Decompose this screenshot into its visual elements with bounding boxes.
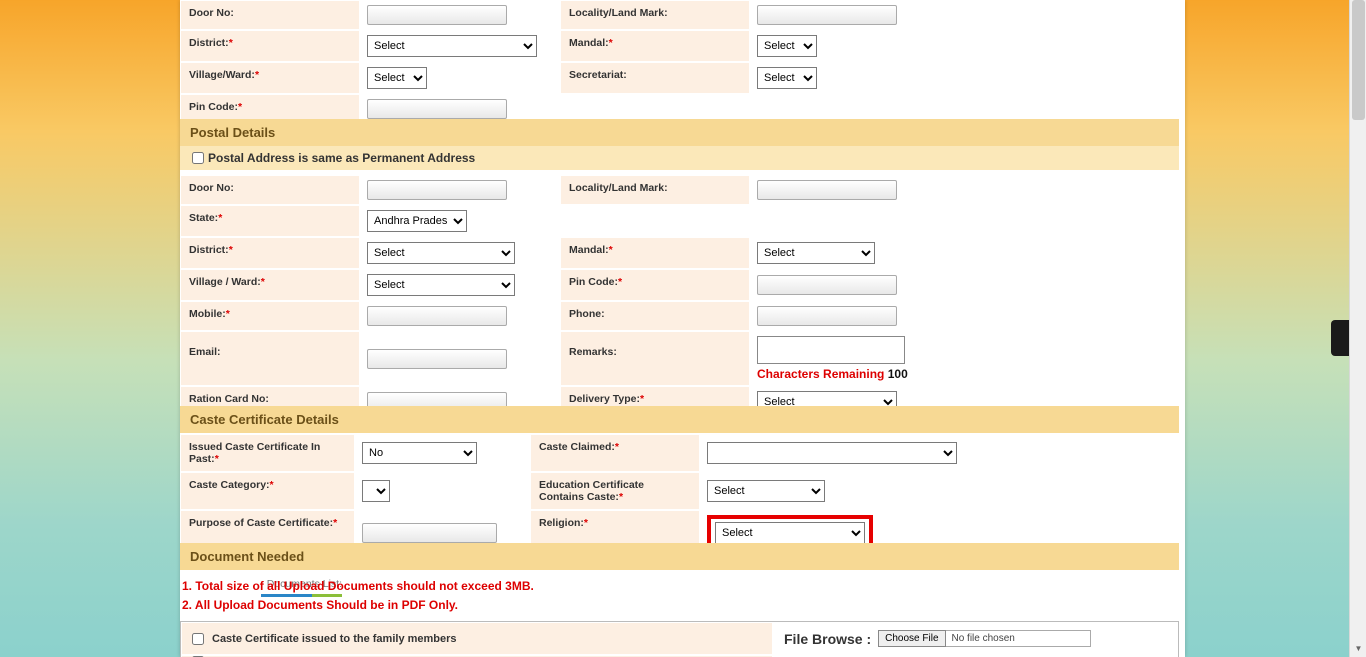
scroll-down-icon[interactable]: ▼ xyxy=(1350,640,1366,657)
postal-pin-label: Pin Code: xyxy=(569,276,618,288)
caste-category-select[interactable] xyxy=(362,480,390,502)
section-document-needed: Document Needed xyxy=(180,543,1179,570)
postal-phone-input[interactable] xyxy=(757,306,897,326)
vertical-scrollbar[interactable]: ▲ ▼ xyxy=(1349,0,1366,657)
caste-religion-select[interactable]: Select xyxy=(715,522,865,544)
section-postal-details: Postal Details xyxy=(180,119,1179,146)
section-caste-details: Caste Certificate Details xyxy=(180,406,1179,433)
char-remaining-label: Characters Remaining xyxy=(757,367,888,381)
caste-edu-contains-select[interactable]: Select xyxy=(707,480,825,502)
side-widget-icon[interactable] xyxy=(1331,320,1349,356)
postal-district-select[interactable]: Select xyxy=(367,242,515,264)
postal-pin-input[interactable] xyxy=(757,275,897,295)
perm-doorno-label: Door No: xyxy=(180,0,360,30)
perm-district-select[interactable]: Select xyxy=(367,35,537,57)
postal-village-select[interactable]: Select xyxy=(367,274,515,296)
postal-email-input[interactable] xyxy=(367,349,507,369)
postal-mobile-label: Mobile: xyxy=(189,308,226,320)
postal-email-label: Email: xyxy=(180,331,360,386)
caste-issued-past-select[interactable]: No xyxy=(362,442,477,464)
doc-note-2: 2. All Upload Documents Should be in PDF… xyxy=(182,596,1177,615)
postal-doorno-input[interactable] xyxy=(367,180,507,200)
postal-phone-label: Phone: xyxy=(560,301,750,331)
choose-file-button[interactable]: Choose File xyxy=(878,630,945,647)
caste-issued-past-label: Issued Caste Certificate In Past: xyxy=(189,441,320,465)
postal-locality-label: Locality/Land Mark: xyxy=(560,175,750,205)
file-browse-label: File Browse : xyxy=(784,631,871,647)
file-chosen-status: No file chosen xyxy=(946,630,1091,647)
caste-claimed-label: Caste Claimed: xyxy=(539,441,615,453)
postal-mandal-label: Mandal: xyxy=(569,244,609,256)
postal-locality-input[interactable] xyxy=(757,180,897,200)
perm-doorno-input[interactable] xyxy=(367,5,507,25)
scrollbar-thumb[interactable] xyxy=(1352,0,1365,120)
caste-edu-contains-label: Education Certificate Contains Caste: xyxy=(539,479,644,503)
caste-purpose-label: Purpose of Caste Certificate: xyxy=(189,517,333,529)
postal-same-checkbox[interactable] xyxy=(192,152,204,164)
postal-state-select[interactable]: Andhra Pradesh xyxy=(367,210,467,232)
postal-state-label: State: xyxy=(189,212,218,224)
postal-delivery-label: Delivery Type: xyxy=(569,393,640,405)
caste-claimed-select[interactable] xyxy=(707,442,957,464)
postal-remarks-label: Remarks: xyxy=(560,331,750,386)
postal-remarks-textarea[interactable] xyxy=(757,336,905,364)
perm-pin-input[interactable] xyxy=(367,99,507,119)
postal-same-label: Postal Address is same as Permanent Addr… xyxy=(208,151,475,165)
perm-village-select[interactable]: Select xyxy=(367,67,427,89)
postal-mandal-select[interactable]: Select xyxy=(757,242,875,264)
postal-doorno-label: Door No: xyxy=(180,175,360,205)
perm-village-label: Village/Ward: xyxy=(189,69,255,81)
doc-caste-family-checkbox[interactable] xyxy=(192,633,204,645)
perm-district-label: District: xyxy=(189,37,229,49)
postal-village-label: Village / Ward: xyxy=(189,276,261,288)
perm-mandal-label: Mandal: xyxy=(569,37,609,49)
char-remaining-count: 100 xyxy=(888,367,908,381)
perm-secretariat-label: Secretariat: xyxy=(560,62,750,94)
postal-district-label: District: xyxy=(189,244,229,256)
caste-category-label: Caste Category: xyxy=(189,479,270,491)
doc-note-1: 1. Total size of all Upload Documents sh… xyxy=(182,577,1177,596)
caste-purpose-input[interactable] xyxy=(362,523,497,543)
perm-mandal-select[interactable]: Select xyxy=(757,35,817,57)
perm-locality-input[interactable] xyxy=(757,5,897,25)
perm-secretariat-select[interactable]: Select xyxy=(757,67,817,89)
perm-pin-label: Pin Code: xyxy=(189,101,238,113)
postal-mobile-input[interactable] xyxy=(367,306,507,326)
doc-caste-family-label: Caste Certificate issued to the family m… xyxy=(212,633,457,645)
perm-locality-label: Locality/Land Mark: xyxy=(560,0,750,30)
caste-religion-label: Religion: xyxy=(539,517,584,529)
